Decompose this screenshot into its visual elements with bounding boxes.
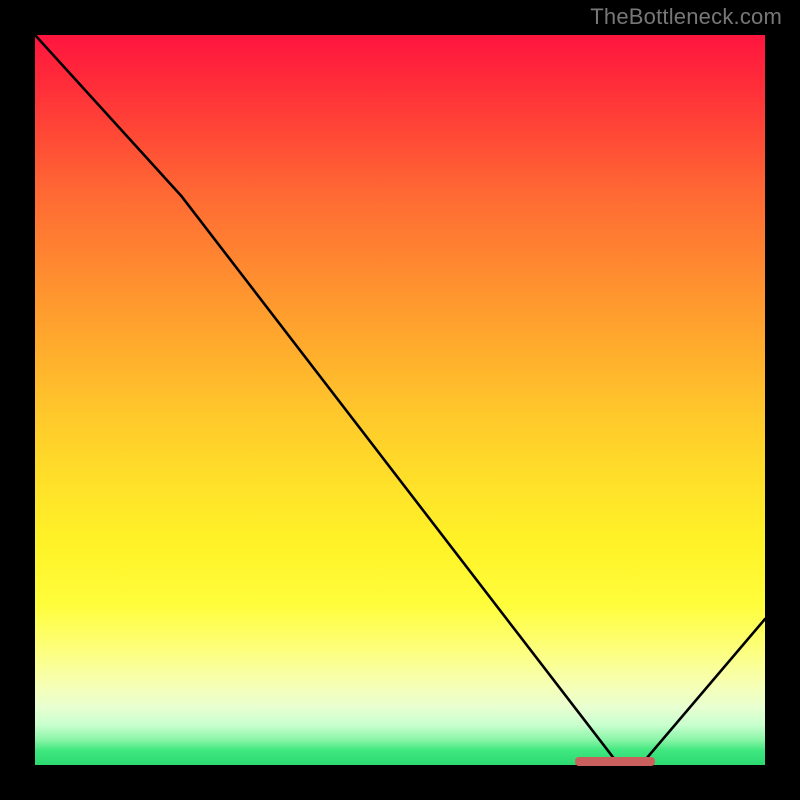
- curve-svg: [35, 35, 765, 765]
- optimal-range-marker: [575, 757, 655, 766]
- chart-frame: TheBottleneck.com: [0, 0, 800, 800]
- bottleneck-curve-path: [35, 35, 765, 765]
- watermark-text: TheBottleneck.com: [590, 4, 782, 30]
- plot-area: [35, 35, 765, 765]
